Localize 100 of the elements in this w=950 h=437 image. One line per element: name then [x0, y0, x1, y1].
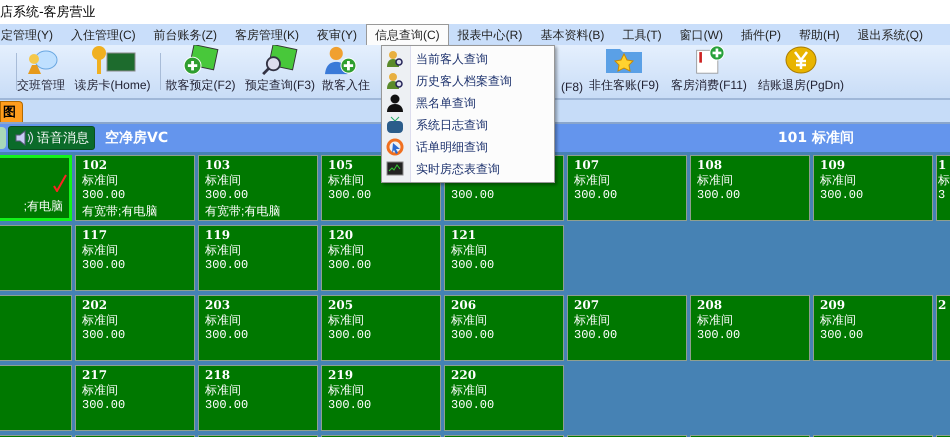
room-type: 标准间 — [574, 172, 610, 188]
tab[interactable]: 图 — [0, 101, 23, 122]
room-price: 300.00 — [205, 258, 248, 273]
toolbar-button[interactable]: 结账退房(PgDn) — [755, 45, 847, 98]
tv-icon — [386, 116, 404, 134]
toolbar-button[interactable]: 交班管理 — [17, 45, 65, 98]
room-price: 300.00 — [328, 328, 372, 343]
room-tile[interactable]: 109 标准间 300.00 — [813, 155, 933, 221]
menu-item[interactable]: 定管理(Y) — [0, 24, 62, 45]
room-type: 标准间 — [451, 382, 487, 398]
room-tile[interactable]: 202 标准间 300.00 — [75, 295, 195, 361]
room-tile[interactable]: 207 标准间 300.00 — [567, 295, 687, 361]
room-price: 300.00 — [451, 328, 494, 343]
monitor-icon — [386, 160, 404, 178]
room-price: 300.00 — [574, 188, 618, 203]
menu-item[interactable]: 工具(T) — [613, 24, 671, 45]
room-type: 标准间 — [82, 382, 118, 398]
room-type: 标准间 — [328, 312, 364, 328]
room-number: 202 — [82, 298, 108, 312]
menu-item[interactable]: 夜审(Y) — [308, 24, 366, 45]
room-number: 207 — [574, 298, 600, 312]
person-search-icon — [386, 50, 404, 68]
room-tile[interactable]: 108 标准间 300.00 — [690, 155, 810, 221]
room-number: 203 — [205, 298, 230, 312]
room-number: 206 — [451, 298, 476, 312]
room-number: 2 — [938, 298, 946, 312]
room-tile[interactable]: 117 标准间 300.00 — [75, 225, 195, 291]
room-type: 标准间 — [205, 382, 241, 398]
room-type: 标准间 — [82, 242, 118, 258]
person-silhouette-icon — [386, 94, 404, 112]
room-number: 107 — [574, 158, 600, 172]
room-type: 标准间 — [328, 172, 364, 188]
room-tile[interactable]: 107 标准间 300.00 — [567, 155, 687, 221]
room-price: 300.00 — [82, 258, 126, 273]
room-price: 300.00 — [451, 398, 494, 413]
menu-item[interactable]: 信息查询(C) — [366, 24, 449, 45]
toolbar-button[interactable]: 非住客账(F9) — [585, 45, 663, 98]
menu-item[interactable]: 报表中心(R) — [448, 24, 532, 45]
room-type: 标准间 — [82, 172, 118, 188]
menu-option[interactable]: 黑名单查询 — [382, 92, 554, 114]
room-amenities: 有宽带;有电脑 — [205, 203, 280, 219]
room-tile[interactable]: 209 标准间 300.00 — [813, 295, 933, 361]
room-price: 300.00 — [820, 188, 864, 203]
room-type: 标准间 — [697, 172, 733, 188]
toolbar-button[interactable]: 预定查询(F3) — [240, 45, 320, 98]
room-number: 218 — [205, 368, 230, 382]
menu-item[interactable]: 入住管理(C) — [62, 24, 145, 45]
toolbar-button[interactable]: 客房消费(F11) — [663, 45, 755, 98]
menu-item[interactable]: 前台账务(Z) — [144, 24, 226, 45]
voice-message-button[interactable]: 语音消息 — [8, 126, 95, 150]
room-tile[interactable]: 102 标准间 300.00 有宽带;有电脑 — [75, 155, 195, 221]
button-edge[interactable] — [0, 127, 6, 149]
room-number: 108 — [697, 158, 722, 172]
room-tile[interactable]: 120 标准间 300.00 — [321, 225, 441, 291]
menu-option[interactable]: 系统日志查询 — [382, 114, 554, 136]
room-tile[interactable]: 205 标准间 300.00 — [321, 295, 441, 361]
room-tile[interactable]: 119 标准间 300.00 — [198, 225, 318, 291]
room-type: 标准间 — [451, 242, 487, 258]
room-price: 300.00 — [574, 328, 618, 343]
room-type: 标 — [938, 172, 950, 188]
room-price: 3 — [938, 188, 946, 203]
room-tile[interactable]: 206 标准间 300.00 — [444, 295, 564, 361]
room-tile[interactable]: 220 标准间 300.00 — [444, 365, 564, 431]
menu-option[interactable]: 话单明细查询 — [382, 136, 554, 158]
menu-item[interactable]: 客房管理(K) — [226, 24, 308, 45]
room-tile[interactable]: 2 — [936, 295, 950, 361]
room-tile[interactable]: 217 标准间 300.00 — [75, 365, 195, 431]
room-number: 103 — [205, 158, 230, 172]
toolbar-button[interactable]: 读房卡(Home) — [65, 45, 160, 98]
room-number: 220 — [451, 368, 476, 382]
toolbar-button[interactable]: 散客入住 — [320, 45, 375, 98]
room-tile[interactable]: ;有电脑 — [0, 155, 72, 221]
menu-item[interactable]: 退出系统(Q) — [848, 24, 932, 45]
room-tile[interactable]: 121 标准间 300.00 — [444, 225, 564, 291]
room-tile[interactable]: 219 标准间 300.00 — [321, 365, 441, 431]
person-add-icon — [322, 45, 358, 75]
room-tile[interactable]: 203 标准间 300.00 — [198, 295, 318, 361]
room-tile[interactable]: 208 标准间 300.00 — [690, 295, 810, 361]
room-type: 标准间 — [82, 312, 118, 328]
room-tile[interactable]: 218 标准间 300.00 — [198, 365, 318, 431]
room-number: 219 — [328, 368, 354, 382]
toolbar-button[interactable]: 散客预定(F2) — [161, 45, 240, 98]
room-number: 120 — [328, 228, 354, 242]
room-number: 217 — [82, 368, 108, 382]
menu-option[interactable]: 历史客人档案查询 — [382, 70, 554, 92]
menu-option[interactable]: 当前客人查询 — [382, 48, 554, 70]
room-tile[interactable]: 103 标准间 300.00 有宽带;有电脑 — [198, 155, 318, 221]
menu-item[interactable]: 窗口(W) — [670, 24, 732, 45]
room-number: 102 — [82, 158, 108, 172]
menu-item[interactable]: 帮助(H) — [790, 24, 849, 45]
room-price: 300.00 — [820, 328, 864, 343]
room-type: 标准间 — [328, 242, 364, 258]
room-price: 300.00 — [205, 188, 248, 203]
room-price: 300.00 — [451, 188, 494, 203]
menu-item[interactable]: 基本资料(B) — [531, 24, 614, 45]
room-price: 300.00 — [328, 258, 372, 273]
menu-item[interactable]: 插件(P) — [732, 24, 790, 45]
room-type: 标准间 — [328, 382, 364, 398]
room-number: 121 — [451, 228, 476, 242]
room-tile[interactable]: 1 标 3 — [936, 155, 950, 221]
